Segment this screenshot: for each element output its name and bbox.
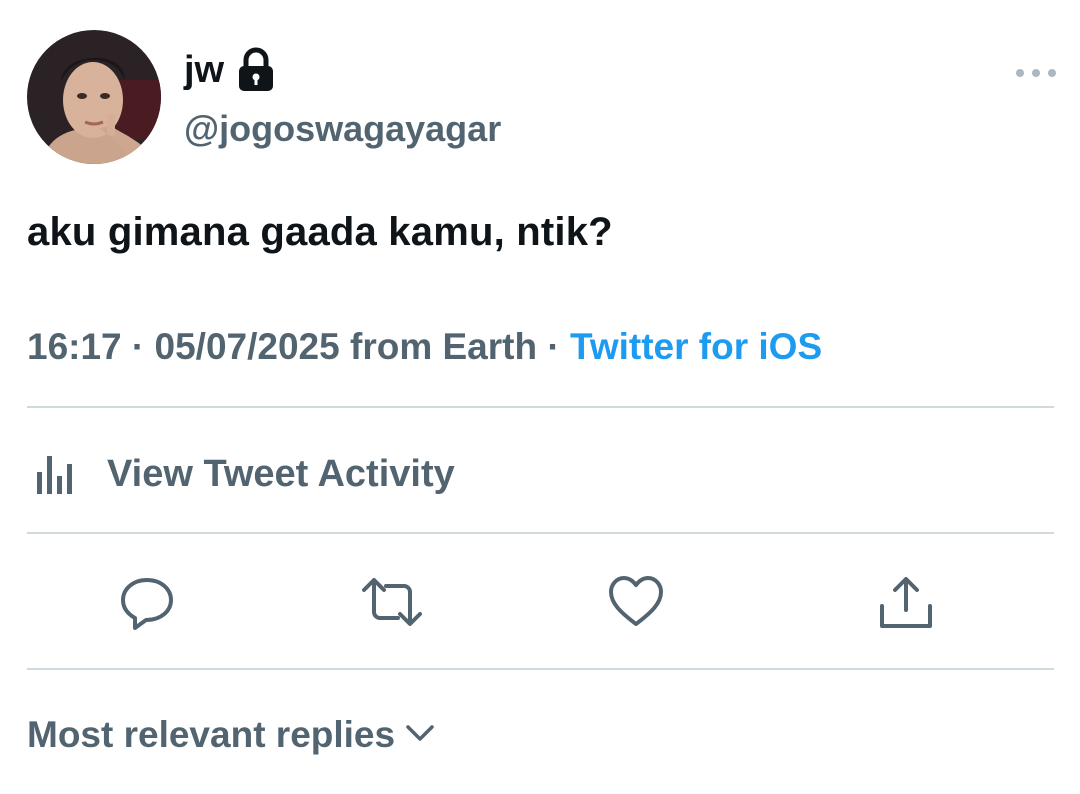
lock-icon [236,47,276,93]
display-name[interactable]: jw [184,46,224,94]
divider [27,532,1054,534]
tweet-detail: jw @jogoswagayagar aku gimana gaada kamu… [0,0,1080,794]
replies-sort-label: Most relevant replies [27,714,396,755]
view-tweet-activity-button[interactable]: View Tweet Activity [27,446,455,502]
share-icon [880,577,932,628]
user-handle[interactable]: @jogoswagayagar [184,106,501,152]
reply-button[interactable] [115,570,179,634]
chevron-down-icon [403,716,437,755]
avatar-photo [27,30,161,164]
view-tweet-activity-label: View Tweet Activity [107,453,455,495]
like-button[interactable] [604,570,668,634]
more-dot [1032,69,1040,77]
divider [27,668,1054,670]
display-name-row: jw [184,46,276,94]
heart-icon [609,576,663,626]
bar-chart-icon [27,444,83,505]
share-button[interactable] [874,570,938,634]
more-dot [1048,69,1056,77]
divider [27,406,1054,408]
meta-separator: · [121,326,155,367]
tweet-text: aku gimana gaada kamu, ntik? [27,210,613,254]
retweet-button[interactable] [360,570,424,634]
tweet-meta: 16:17 · 05/07/2025 from Earth · Twitter … [27,322,822,372]
reply-icon [121,578,173,630]
replies-sort-dropdown[interactable]: Most relevant replies [27,710,437,760]
tweet-time[interactable]: 16:17 [27,326,122,367]
more-options-icon[interactable] [1016,62,1056,84]
tweet-source-link[interactable]: Twitter for iOS [570,326,822,367]
meta-separator: · [537,326,570,367]
tweet-actions-bar [0,560,1080,646]
retweet-icon [362,578,422,626]
more-dot [1016,69,1024,77]
tweet-date-location[interactable]: 05/07/2025 from Earth [155,326,538,367]
avatar[interactable] [27,30,161,164]
